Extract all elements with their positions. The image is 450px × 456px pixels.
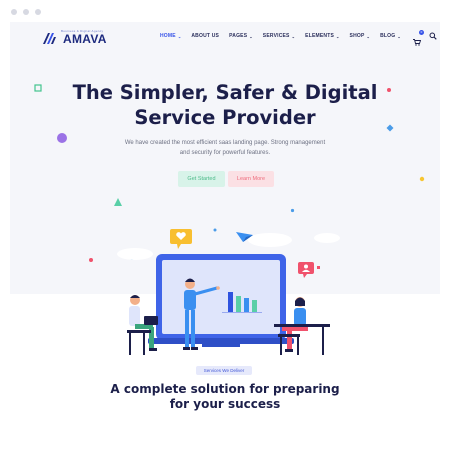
- page-frame: Business & Digital Agency AMAVA HOME ⌄ AB…: [10, 22, 440, 446]
- section-title-line: for your success: [169, 397, 281, 411]
- window-dot: [11, 9, 17, 15]
- services-section-title: A complete solution for preparing for yo…: [10, 382, 440, 412]
- heart-chat-icon: [170, 229, 192, 249]
- window-dot: [35, 9, 41, 15]
- window-dot: [23, 9, 29, 15]
- seated-person-left: [127, 295, 158, 355]
- user-chat-icon: [298, 262, 320, 278]
- window-controls: [11, 9, 41, 15]
- hero-illustration: [117, 228, 340, 355]
- section-title-line: A complete solution for preparing: [110, 382, 340, 396]
- laptop: [148, 254, 294, 347]
- services-badge: Services We Deliver: [196, 366, 252, 375]
